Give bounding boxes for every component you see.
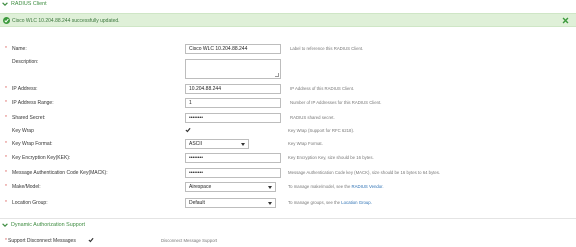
make-model-help-text: To manage make/model, see the bbox=[288, 184, 351, 189]
make-model-label: Make/Model: bbox=[12, 184, 41, 190]
key-wrap-format-value: ASCII bbox=[189, 141, 203, 147]
make-model-select[interactable]: Airespace bbox=[185, 182, 276, 192]
key-wrap-checkbox[interactable] bbox=[185, 127, 191, 133]
required-marker: * bbox=[5, 86, 7, 92]
key-wrap-row: Key Wrap Key Wrap (Support for RFC 6218)… bbox=[0, 126, 576, 136]
key-wrap-format-row: * Key Wrap Format: ASCII Key Wrap Format… bbox=[0, 139, 576, 149]
location-group-row: * Location Group: Default To manage grou… bbox=[0, 198, 576, 208]
mack-label: Message Authentication Code Key(MACK): bbox=[12, 170, 108, 176]
make-model-row: * Make/Model: Airespace To manage make/m… bbox=[0, 182, 576, 192]
key-wrap-format-label: Key Wrap Format: bbox=[12, 141, 53, 147]
make-model-value: Airespace bbox=[189, 184, 212, 190]
section-title: RADIUS Client bbox=[11, 1, 47, 7]
required-marker: * bbox=[5, 155, 7, 161]
checkmark-icon bbox=[185, 127, 191, 133]
check-circle-icon bbox=[3, 17, 10, 24]
description-textarea[interactable] bbox=[185, 59, 281, 79]
success-banner: Cisco WLC 10.204.88.244 successfully upd… bbox=[0, 13, 576, 27]
shared-secret-row: * Shared Secret: •••••••• RADIUS shared … bbox=[0, 113, 576, 123]
required-marker: * bbox=[5, 100, 7, 106]
support-disconnect-row: * Support Disconnect Messages Disconnect… bbox=[0, 236, 576, 246]
location-group-select[interactable]: Default bbox=[185, 198, 276, 208]
ip-range-input[interactable]: 1 bbox=[185, 98, 281, 108]
name-label: Name: bbox=[12, 46, 27, 52]
resize-grip-icon[interactable] bbox=[275, 73, 279, 77]
required-marker: * bbox=[5, 141, 7, 147]
description-row: Description: bbox=[0, 57, 576, 80]
location-group-help-text: To manage groups, see the bbox=[288, 200, 341, 205]
kek-label: Key Encryption Key(KEK): bbox=[12, 155, 71, 161]
section-title: Dynamic Authorization Support bbox=[11, 222, 86, 228]
key-wrap-label: Key Wrap bbox=[12, 128, 34, 134]
name-input[interactable]: Cisco WLC 10.204.88.244 bbox=[185, 44, 281, 54]
shared-secret-help: RADIUS shared secret. bbox=[290, 115, 335, 120]
key-wrap-format-select[interactable]: ASCII bbox=[185, 139, 249, 149]
section-divider bbox=[0, 218, 576, 219]
caret-down-icon bbox=[268, 202, 272, 205]
chevron-down-icon bbox=[2, 223, 8, 228]
ip-range-row: * IP Address Range: 1 Number of IP Addre… bbox=[0, 98, 576, 108]
required-marker: * bbox=[5, 184, 7, 190]
required-marker: * bbox=[5, 170, 7, 176]
support-disconnect-help: Disconnect Message Support bbox=[161, 238, 218, 243]
caret-down-icon bbox=[268, 186, 272, 189]
kek-input[interactable]: •••••••• bbox=[185, 153, 281, 163]
shared-secret-input[interactable]: •••••••• bbox=[185, 113, 281, 123]
caret-down-icon bbox=[241, 143, 245, 146]
required-marker: * bbox=[5, 200, 7, 206]
dynamic-auth-section-header[interactable]: Dynamic Authorization Support bbox=[2, 222, 85, 228]
key-wrap-help: Key Wrap (Support for RFC 6218). bbox=[288, 128, 355, 133]
support-disconnect-checkbox[interactable] bbox=[88, 237, 94, 243]
required-marker: * bbox=[5, 115, 7, 121]
chevron-down-icon bbox=[2, 2, 8, 7]
kek-row: * Key Encryption Key(KEK): •••••••• Key … bbox=[0, 153, 576, 163]
ip-address-label: IP Address: bbox=[12, 86, 38, 92]
ip-address-help: IP Address of this RADIUS Client. bbox=[290, 86, 355, 91]
close-icon[interactable] bbox=[562, 17, 569, 24]
name-row: * Name: Cisco WLC 10.204.88.244 Label to… bbox=[0, 44, 576, 54]
name-help: Label to reference this RADIUS Client. bbox=[290, 46, 364, 51]
ip-address-row: * IP Address: 10.204.88.244 IP Address o… bbox=[0, 84, 576, 94]
success-message: Cisco WLC 10.204.88.244 successfully upd… bbox=[12, 18, 120, 24]
radius-client-section-header[interactable]: RADIUS Client bbox=[2, 1, 47, 7]
location-group-link[interactable]: Location Group. bbox=[341, 200, 372, 205]
location-group-value: Default bbox=[189, 200, 205, 206]
location-group-help: To manage groups, see the Location Group… bbox=[288, 200, 372, 205]
checkmark-icon bbox=[88, 237, 94, 243]
ip-range-help: Number of IP Addresses for this RADIUS C… bbox=[290, 100, 382, 105]
shared-secret-label: Shared Secret: bbox=[12, 115, 46, 121]
support-disconnect-label: Support Disconnect Messages bbox=[8, 238, 76, 244]
mack-row: * Message Authentication Code Key(MACK):… bbox=[0, 168, 576, 178]
required-marker: * bbox=[5, 46, 7, 52]
make-model-help: To manage make/model, see the RADIUS Ven… bbox=[288, 184, 384, 189]
radius-vendor-link[interactable]: RADIUS Vendor. bbox=[352, 184, 384, 189]
required-marker: * bbox=[5, 238, 7, 244]
ip-range-label: IP Address Range: bbox=[12, 100, 54, 106]
description-label: Description: bbox=[12, 59, 39, 65]
location-group-label: Location Group: bbox=[12, 200, 48, 206]
kek-help: Key Encryption Key, size should be 16 by… bbox=[288, 155, 374, 160]
key-wrap-format-help: Key Wrap Format. bbox=[288, 141, 323, 146]
ip-address-input[interactable]: 10.204.88.244 bbox=[185, 84, 281, 94]
mack-help: Message Authentication Code key (MACK), … bbox=[288, 170, 441, 175]
mack-input[interactable]: •••••••• bbox=[185, 168, 281, 178]
